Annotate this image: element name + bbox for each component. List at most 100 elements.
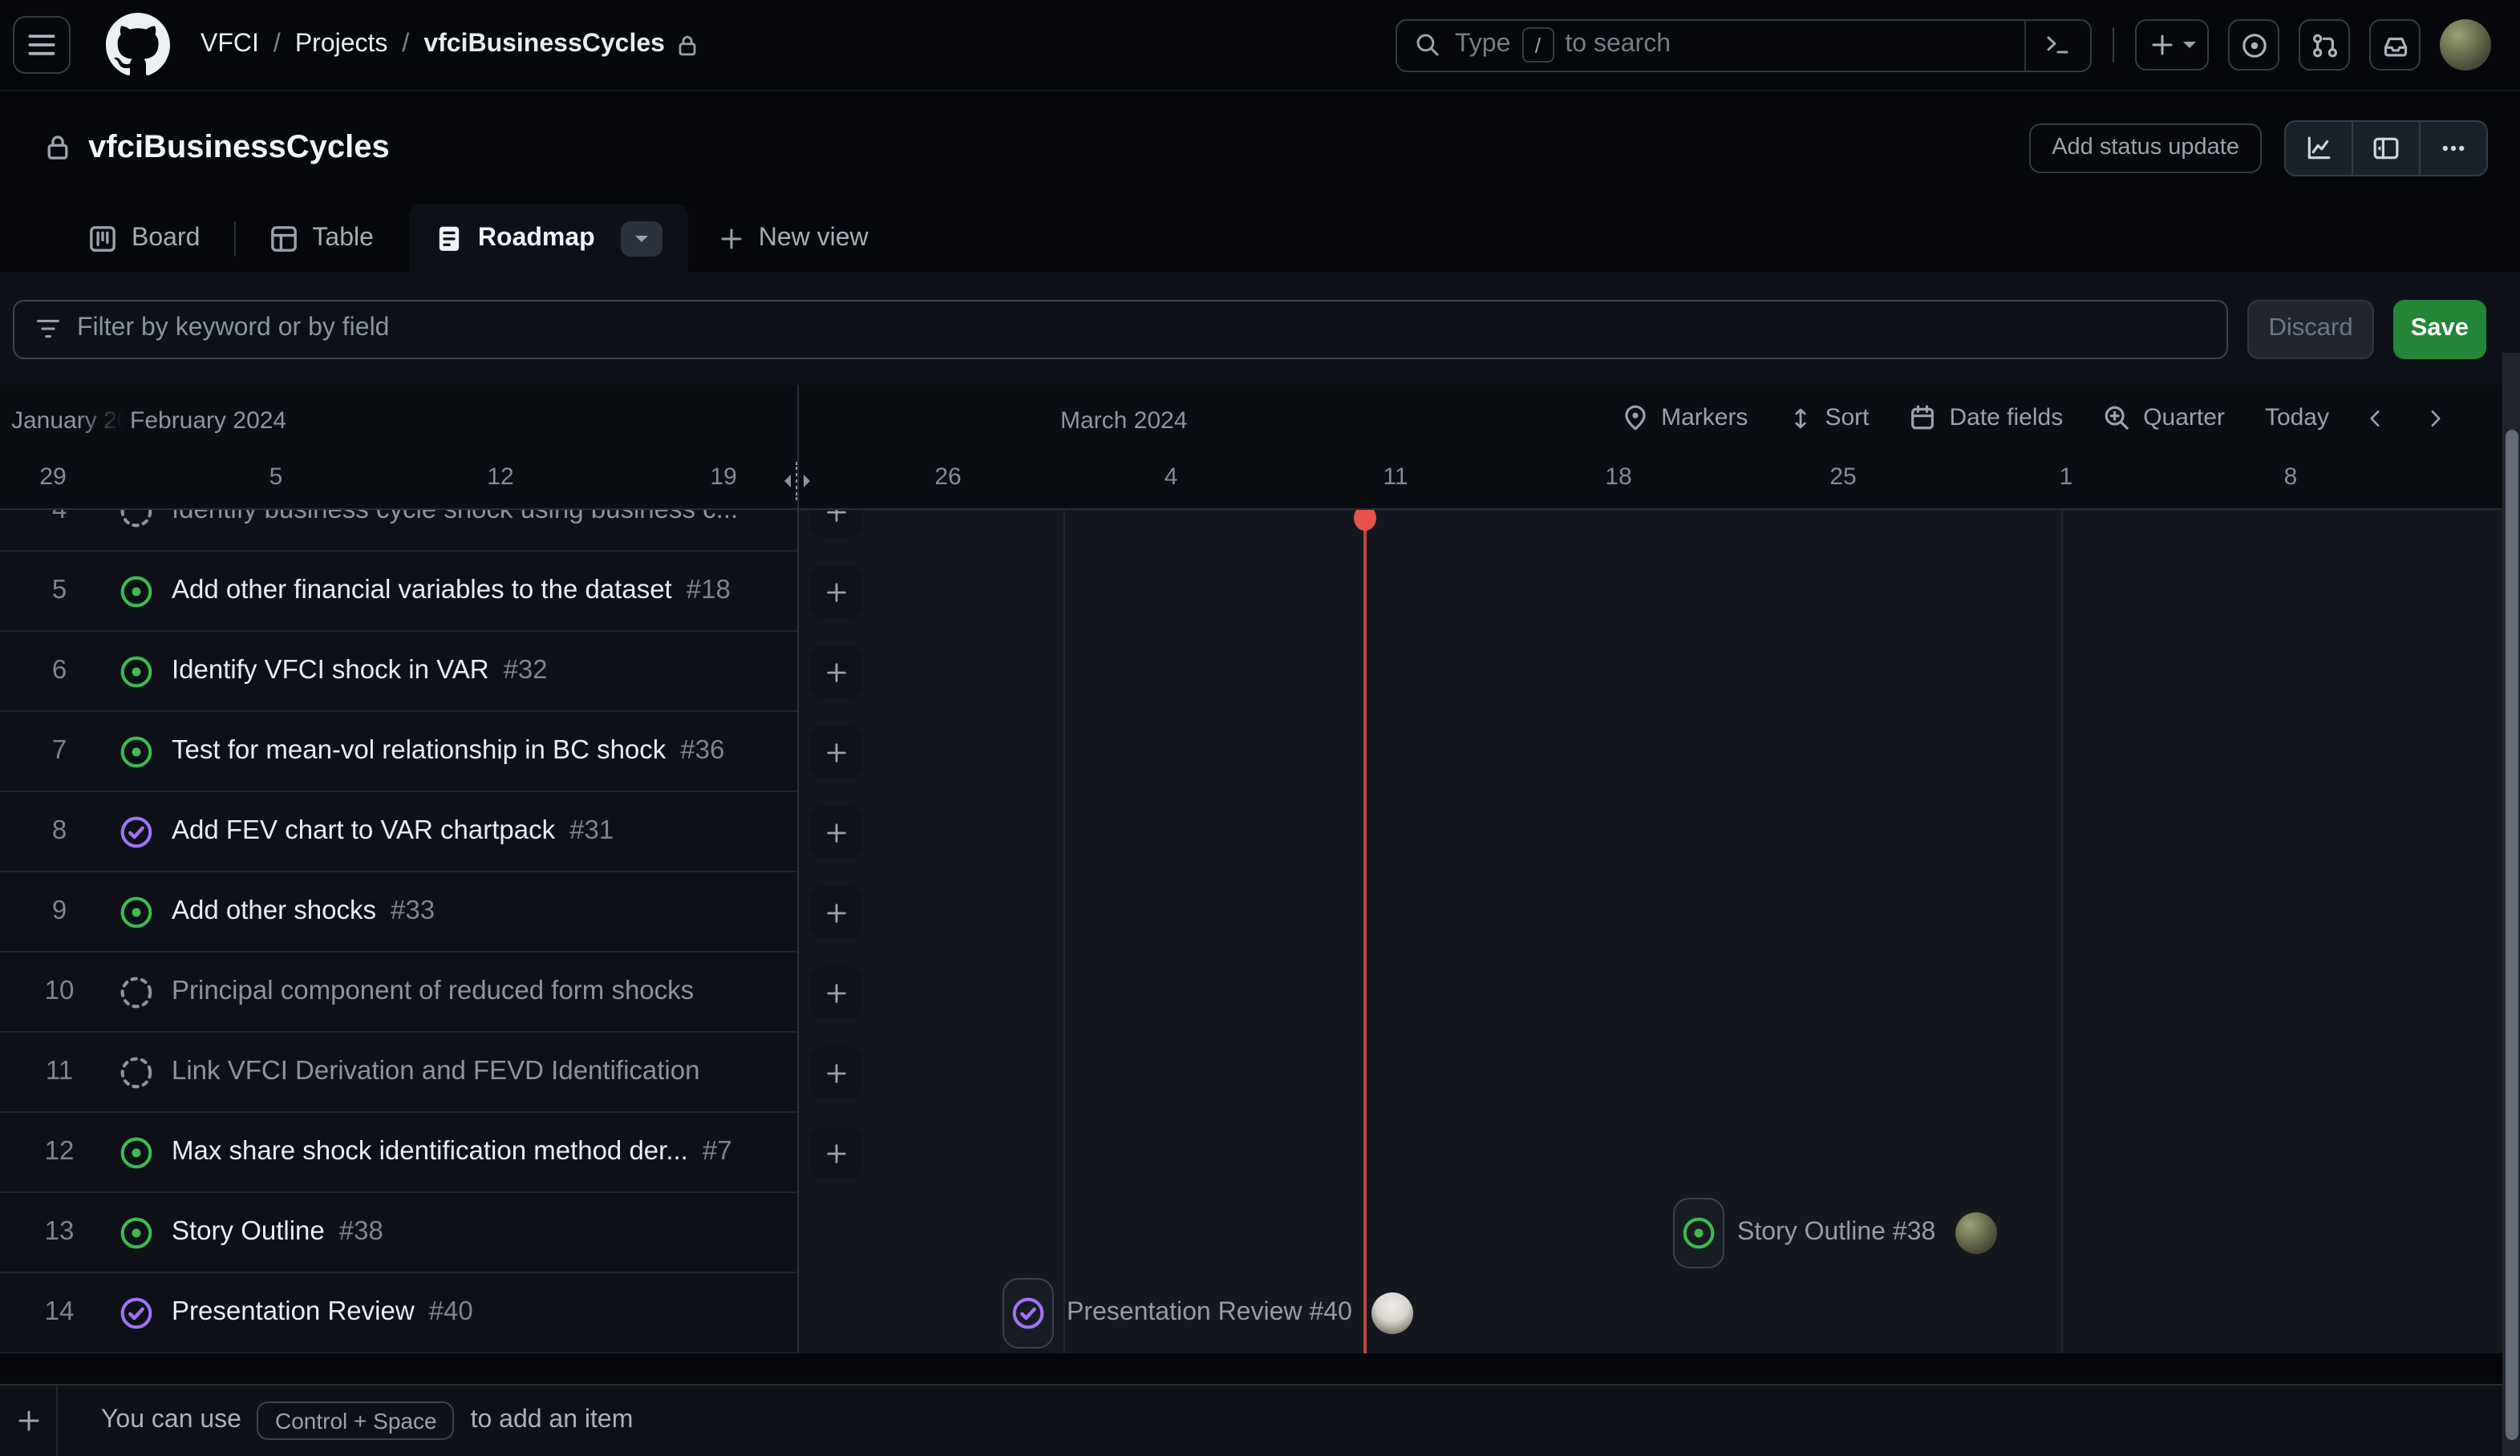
date-tick: 8 xyxy=(2284,463,2298,491)
item-title[interactable]: Max share shock identification method de… xyxy=(172,1137,688,1167)
hamburger-menu-button[interactable] xyxy=(13,16,71,74)
add-date-button[interactable] xyxy=(810,967,861,1018)
add-date-button[interactable] xyxy=(810,887,861,938)
breadcrumb-projects[interactable]: Projects xyxy=(295,30,388,59)
side-panel-button[interactable] xyxy=(2352,121,2419,174)
item-title[interactable]: Principal component of reduced form shoc… xyxy=(172,977,694,1007)
date-tick: 19 xyxy=(710,463,736,491)
timeline-pill-story-outline[interactable]: Story Outline #38 xyxy=(1673,1198,1996,1268)
issue-opened-icon xyxy=(2240,31,2267,59)
item-title[interactable]: Story Outline xyxy=(172,1217,325,1248)
item-rows: 4 Identify business cycle shock using bu… xyxy=(0,510,2520,1353)
plus-icon xyxy=(824,981,848,1005)
save-button[interactable]: Save xyxy=(2393,299,2486,358)
add-date-button[interactable] xyxy=(810,566,861,617)
filter-input[interactable]: Filter by keyword or by field xyxy=(13,299,2229,358)
bottom-gap xyxy=(0,1353,2520,1384)
top-nav: VFCI / Projects / vfciBusinessCycles Typ… xyxy=(0,0,2520,91)
add-date-button[interactable] xyxy=(810,646,861,698)
add-status-update-button[interactable]: Add status update xyxy=(2029,123,2262,172)
plus-icon xyxy=(719,225,744,251)
table-row: 7 Test for mean-vol relationship in BC s… xyxy=(0,712,2520,792)
side-panel-icon xyxy=(2372,134,2400,161)
item-title[interactable]: Add FEV chart to VAR chartpack xyxy=(172,816,555,847)
timeline-pill-presentation-review[interactable]: Presentation Review #40 xyxy=(1003,1278,1413,1349)
sort-button[interactable]: Sort xyxy=(1788,404,1869,431)
tab-table[interactable]: Table xyxy=(269,204,374,273)
item-title[interactable]: Add other financial variables to the dat… xyxy=(172,576,672,606)
plus-icon xyxy=(824,510,848,524)
table-row: 10 Principal component of reduced form s… xyxy=(0,952,2520,1033)
scroll-right-button[interactable] xyxy=(2424,406,2446,429)
quarter-zoom-button[interactable]: Quarter xyxy=(2103,404,2225,431)
github-projects-roadmap: VFCI / Projects / vfciBusinessCycles Typ… xyxy=(0,0,2520,1456)
row-cell[interactable]: 8 Add FEV chart to VAR chartpack #31 xyxy=(0,792,797,872)
slash-key-badge: / xyxy=(1521,27,1554,63)
view-actions-group xyxy=(2284,119,2488,176)
inbox-nav-button[interactable] xyxy=(2369,19,2421,71)
row-cell[interactable]: 6 Identify VFCI shock in VAR #32 xyxy=(0,632,797,712)
row-cell[interactable]: 11 Link VFCI Derivation and FEVD Identif… xyxy=(0,1033,797,1113)
pull-requests-nav-button[interactable] xyxy=(2299,19,2350,71)
command-palette-button[interactable] xyxy=(2024,20,2090,70)
tab-board[interactable]: Board xyxy=(88,204,200,273)
breadcrumb-org[interactable]: VFCI xyxy=(201,30,259,59)
issue-number: #36 xyxy=(680,736,724,766)
row-number: 14 xyxy=(0,1297,119,1328)
vertical-scrollbar-track[interactable] xyxy=(2502,353,2520,1456)
search-input[interactable]: Type / to search xyxy=(1396,18,2092,71)
discard-button[interactable]: Discard xyxy=(2248,299,2374,358)
date-fields-button[interactable]: Date fields xyxy=(1909,404,2063,431)
github-logo[interactable] xyxy=(106,13,170,77)
lock-icon xyxy=(43,133,72,162)
markers-button[interactable]: Markers xyxy=(1621,404,1748,431)
breadcrumb-project-name[interactable]: vfciBusinessCycles xyxy=(423,30,700,59)
tab-roadmap[interactable]: Roadmap xyxy=(409,204,688,273)
project-header: vfciBusinessCycles Add status update xyxy=(0,91,2520,204)
today-button[interactable]: Today xyxy=(2265,404,2329,431)
plus-icon xyxy=(824,580,848,604)
item-title[interactable]: Test for mean-vol relationship in BC sho… xyxy=(172,736,666,766)
assignee-avatar[interactable] xyxy=(1955,1212,1996,1254)
item-title[interactable]: Presentation Review xyxy=(172,1297,415,1328)
issue-open-icon xyxy=(119,1134,154,1170)
more-options-button[interactable] xyxy=(2419,121,2486,174)
row-cell[interactable]: 5 Add other financial variables to the d… xyxy=(0,552,797,632)
row-cell[interactable]: 12 Max share shock identification method… xyxy=(0,1113,797,1193)
add-date-button[interactable] xyxy=(810,726,861,778)
item-title[interactable]: Link VFCI Derivation and FEVD Identifica… xyxy=(172,1057,700,1087)
create-new-button[interactable] xyxy=(2135,19,2209,71)
kebab-menu-icon xyxy=(2440,134,2467,161)
row-cell[interactable]: 7 Test for mean-vol relationship in BC s… xyxy=(0,712,797,792)
add-date-button[interactable] xyxy=(810,807,861,858)
month-label-march: March 2024 xyxy=(1060,407,1187,435)
row-cell[interactable]: 13 Story Outline #38 xyxy=(0,1193,797,1273)
roadmap-view-options-button[interactable] xyxy=(621,220,662,256)
add-date-button[interactable] xyxy=(810,510,861,537)
row-cell[interactable]: 9 Add other shocks #33 xyxy=(0,872,797,952)
project-title: vfciBusinessCycles xyxy=(43,129,390,166)
issues-nav-button[interactable] xyxy=(2228,19,2279,71)
add-item-button[interactable] xyxy=(0,1385,58,1456)
search-placeholder-prefix: Type xyxy=(1455,30,1510,59)
row-cell[interactable]: 4 Identify business cycle shock using bu… xyxy=(0,510,797,552)
item-title[interactable]: Identify VFCI shock in VAR xyxy=(172,656,489,686)
issue-number: #40 xyxy=(429,1297,473,1328)
vertical-scrollbar-thumb[interactable] xyxy=(2506,430,2518,1440)
new-view-button[interactable]: New view xyxy=(719,204,869,273)
add-date-button[interactable] xyxy=(810,1047,861,1098)
issue-number: #18 xyxy=(687,576,731,606)
git-pull-request-icon xyxy=(2311,31,2338,59)
filter-placeholder: Filter by keyword or by field xyxy=(77,314,389,343)
row-cell[interactable]: 14 Presentation Review #40 xyxy=(0,1273,797,1353)
assignee-avatar[interactable] xyxy=(1371,1292,1413,1334)
pill-date-bar[interactable] xyxy=(1003,1278,1054,1349)
row-cell[interactable]: 10 Principal component of reduced form s… xyxy=(0,952,797,1033)
pill-date-bar[interactable] xyxy=(1673,1198,1724,1268)
item-title[interactable]: Identify business cycle shock using busi… xyxy=(172,510,738,526)
insights-button[interactable] xyxy=(2286,121,2352,174)
scroll-left-button[interactable] xyxy=(2364,406,2387,429)
item-title[interactable]: Add other shocks xyxy=(172,896,376,927)
user-avatar[interactable] xyxy=(2440,19,2491,71)
add-date-button[interactable] xyxy=(810,1127,861,1179)
